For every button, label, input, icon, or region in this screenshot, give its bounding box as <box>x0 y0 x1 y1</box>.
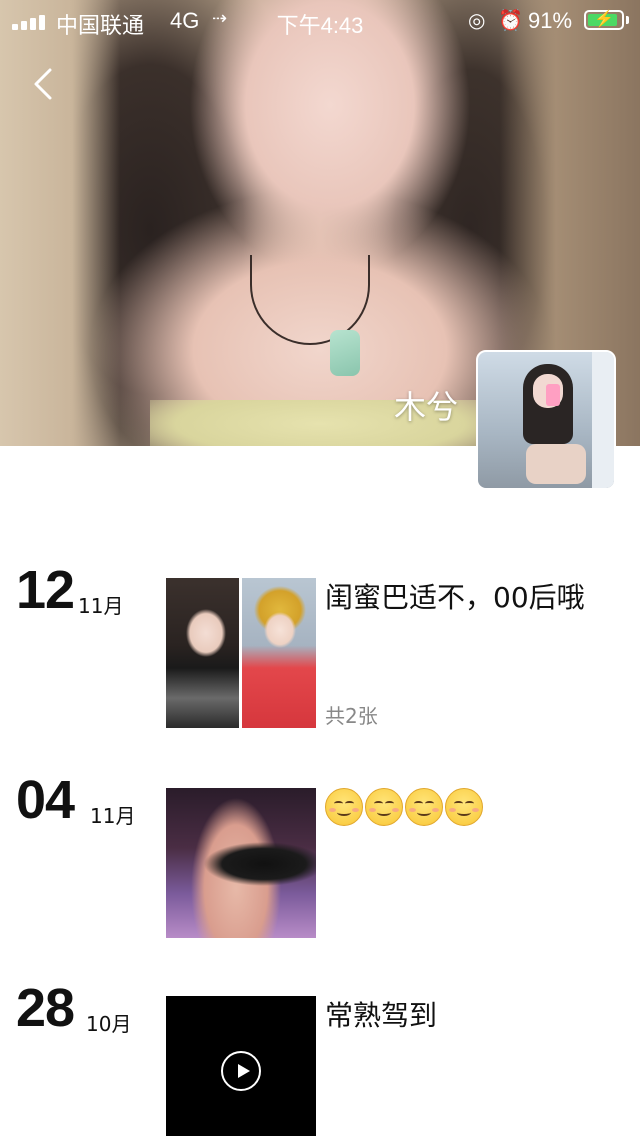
avatar-phone <box>546 384 560 406</box>
smiling-face-icon <box>445 788 483 826</box>
play-icon[interactable] <box>221 1051 261 1091</box>
rotation-lock-icon: ◎ <box>468 10 486 32</box>
post-month: 10月 <box>86 1012 132 1036</box>
post-day: 04 <box>16 770 75 830</box>
post-video[interactable] <box>166 996 316 1136</box>
post-photo[interactable] <box>166 788 316 938</box>
post-month: 11月 <box>90 804 136 828</box>
avatar-bg-door <box>592 352 614 488</box>
status-bar: 中国联通 4G ⇢ 下午4:43 ◎ ⏰ 91% ⚡ <box>0 0 640 40</box>
post-caption: 闺蜜巴适不，00后哦 <box>325 581 585 614</box>
battery-percent-label: 91% <box>528 8 573 33</box>
charging-bolt-icon: ⚡ <box>594 11 614 28</box>
battery-tip <box>626 16 629 24</box>
post-photo-image <box>166 788 316 938</box>
alarm-icon: ⏰ <box>498 10 523 32</box>
post-caption-emojis <box>325 788 635 826</box>
avatar-legs <box>526 444 586 484</box>
post-day: 12 <box>16 560 75 620</box>
smiling-face-icon <box>405 788 443 826</box>
post-day: 28 <box>16 978 75 1038</box>
post-photo-grid[interactable] <box>166 578 316 728</box>
post-photo[interactable] <box>166 578 239 728</box>
post-caption: 常熟驾到 <box>325 999 438 1032</box>
post-photo[interactable] <box>242 578 316 728</box>
smiling-face-icon <box>365 788 403 826</box>
cover-photo-pendant <box>330 330 360 376</box>
post-photo-count: 共2张 <box>325 704 378 728</box>
back-button[interactable] <box>22 62 66 106</box>
smiling-face-icon <box>325 788 363 826</box>
profile-name: 木兮 <box>393 388 458 426</box>
post-month: 11月 <box>78 594 124 618</box>
chevron-left-icon <box>34 68 52 100</box>
battery-icon: ⚡ <box>584 10 624 30</box>
avatar[interactable] <box>476 350 616 490</box>
